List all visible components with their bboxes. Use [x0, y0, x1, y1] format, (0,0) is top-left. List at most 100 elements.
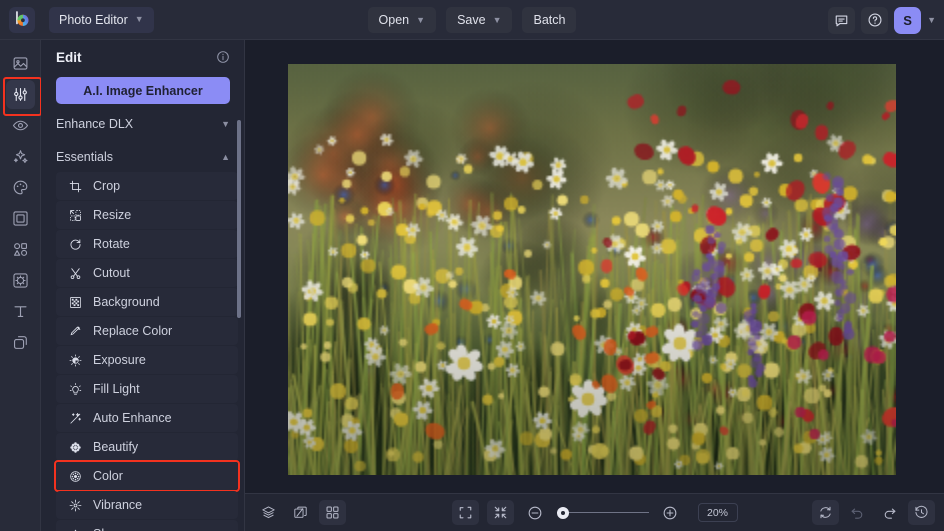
photo-preview[interactable] [288, 64, 896, 475]
sidebar-item-edit[interactable] [6, 80, 35, 109]
magic-wand-icon [68, 412, 83, 425]
chevron-down-icon: ▼ [416, 16, 425, 25]
history-controls [812, 500, 935, 525]
zoom-out-button[interactable] [522, 500, 549, 525]
menu-item-rotate[interactable]: Rotate [56, 230, 238, 258]
menu-item-exposure[interactable]: Exposure [56, 346, 238, 374]
menu-item-auto-enhance[interactable]: Auto Enhance [56, 404, 238, 432]
batch-button-label: Batch [533, 13, 565, 27]
redo-button[interactable] [876, 500, 903, 525]
menu-item-label: Rotate [93, 237, 130, 251]
group-essentials-label: Essentials [56, 150, 113, 164]
chevron-down-icon[interactable]: ▼ [927, 16, 936, 25]
menu-item-label: Resize [93, 208, 131, 222]
chevron-up-icon: ▲ [221, 152, 230, 162]
save-button[interactable]: Save ▼ [446, 7, 512, 33]
edit-panel-header: Edit [41, 40, 244, 74]
sidebar-item-effects[interactable] [6, 142, 35, 171]
menu-item-label: Sharpen [93, 527, 140, 531]
sidebar-item-artsy[interactable] [6, 173, 35, 202]
panel-scrollbar[interactable] [237, 120, 241, 318]
eyedropper-icon [68, 325, 83, 338]
zoom-slider-track [557, 512, 649, 514]
sharpen-drop-icon [68, 528, 83, 531]
chevron-down-icon: ▼ [135, 15, 144, 24]
feedback-chat-button[interactable] [828, 7, 855, 34]
menu-item-label: Background [93, 295, 160, 309]
essentials-menu-list: Crop Resize [41, 172, 244, 531]
group-enhance-dlx[interactable]: Enhance DLX ▼ [56, 111, 230, 137]
scissors-icon [68, 267, 83, 280]
menu-item-label: Auto Enhance [93, 411, 172, 425]
reset-button[interactable] [812, 500, 839, 525]
app-logo[interactable] [9, 7, 35, 33]
compare-button[interactable] [287, 500, 314, 525]
menu-item-fill-light[interactable]: Fill Light [56, 375, 238, 403]
menu-item-replace-color[interactable]: Replace Color [56, 317, 238, 345]
top-bar-right: S ▼ [828, 0, 936, 40]
edit-panel: Edit A.I. Image Enhancer Enhance DLX ▼ E… [41, 40, 245, 531]
left-tool-rail [0, 40, 41, 531]
zoom-level-value: 20% [698, 503, 738, 522]
menu-item-label: Beautify [93, 440, 138, 454]
save-button-label: Save [457, 13, 486, 27]
avatar[interactable]: S [894, 7, 921, 34]
menu-item-cutout[interactable]: Cutout [56, 259, 238, 287]
menu-item-label: Crop [93, 179, 120, 193]
sidebar-item-layers[interactable] [6, 328, 35, 357]
flower-icon [68, 441, 83, 454]
menu-item-label: Vibrance [93, 498, 142, 512]
sidebar-item-image[interactable] [6, 49, 35, 78]
sidebar-item-retouch[interactable] [6, 111, 35, 140]
ai-image-enhancer-button[interactable]: A.I. Image Enhancer [56, 77, 230, 104]
zoom-slider[interactable] [557, 506, 649, 520]
bottom-left-controls [255, 500, 346, 525]
help-button[interactable] [861, 7, 888, 34]
history-button[interactable] [908, 500, 935, 525]
sidebar-item-graphics[interactable] [6, 235, 35, 264]
chevron-down-icon: ▼ [493, 16, 502, 25]
menu-item-crop[interactable]: Crop [56, 172, 238, 200]
menu-item-label: Color [93, 469, 123, 483]
fullscreen-button[interactable] [452, 500, 479, 525]
page-title: Edit [56, 50, 82, 65]
top-bar: Photo Editor ▼ Open ▼ Save ▼ Batch [0, 0, 944, 40]
resize-icon [68, 209, 83, 222]
app-switcher-label: Photo Editor [59, 13, 128, 27]
batch-button[interactable]: Batch [522, 7, 576, 33]
sidebar-item-textures[interactable] [6, 266, 35, 295]
info-circle-icon[interactable] [216, 50, 230, 64]
chevron-down-icon: ▼ [221, 119, 230, 129]
menu-item-vibrance[interactable]: Vibrance [56, 491, 238, 519]
canvas-area[interactable] [245, 40, 944, 493]
menu-item-label: Cutout [93, 266, 130, 280]
menu-item-label: Replace Color [93, 324, 172, 338]
open-button[interactable]: Open ▼ [368, 7, 437, 33]
bottom-toolbar: 20% [245, 493, 944, 531]
sidebar-item-text[interactable] [6, 297, 35, 326]
group-enhance-dlx-label: Enhance DLX [56, 117, 133, 131]
vibrance-star-icon [68, 499, 83, 512]
checkerboard-icon [68, 296, 83, 309]
fit-screen-button[interactable] [487, 500, 514, 525]
group-essentials[interactable]: Essentials ▲ [56, 144, 230, 170]
photo-editor-app: Photo Editor ▼ Open ▼ Save ▼ Batch [0, 0, 944, 531]
grid-view-button[interactable] [319, 500, 346, 525]
zoom-slider-handle[interactable] [557, 507, 569, 519]
menu-item-color[interactable]: Color [56, 462, 238, 490]
sidebar-item-frames[interactable] [6, 204, 35, 233]
menu-item-resize[interactable]: Resize [56, 201, 238, 229]
menu-item-beautify[interactable]: Beautify [56, 433, 238, 461]
app-switcher[interactable]: Photo Editor ▼ [49, 7, 154, 33]
crop-icon [68, 180, 83, 193]
menu-item-background[interactable]: Background [56, 288, 238, 316]
rotate-icon [68, 238, 83, 251]
menu-item-label: Fill Light [93, 382, 140, 396]
menu-item-sharpen[interactable]: Sharpen [56, 520, 238, 531]
bulb-icon [68, 383, 83, 396]
exposure-icon [68, 354, 83, 367]
menu-item-label: Exposure [93, 353, 146, 367]
undo-button[interactable] [844, 500, 871, 525]
zoom-in-button[interactable] [657, 500, 684, 525]
layers-panel-button[interactable] [255, 500, 282, 525]
